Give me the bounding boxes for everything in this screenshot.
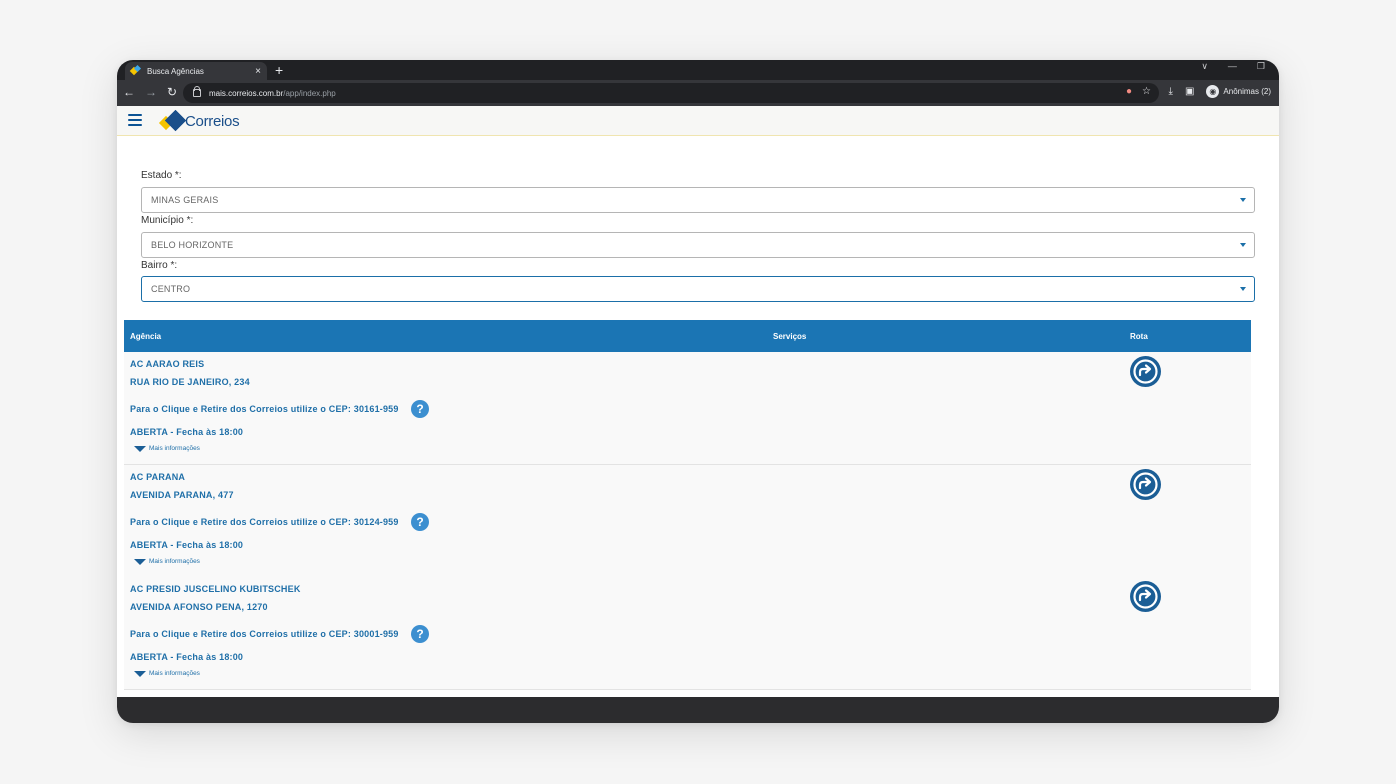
url-text: mais.correios.com.br/app/index.php <box>209 88 336 98</box>
agency-address: RUA RIO DE JANEIRO, 234 <box>130 377 250 387</box>
route-arrow-icon <box>1133 359 1158 384</box>
blocked-content-icon[interactable]: ● <box>1126 86 1132 97</box>
lock-icon[interactable] <box>193 86 201 97</box>
triangle-down-icon <box>134 670 146 677</box>
tab-busca-agencias[interactable]: Busca Agências × <box>125 62 267 80</box>
results-table-header: Agência Serviços Rota <box>124 320 1251 352</box>
bairro-value: CENTRO <box>151 284 191 294</box>
tab-title: Busca Agências <box>147 66 204 76</box>
side-panel-icon[interactable]: ▣ <box>1185 86 1194 97</box>
menu-icon[interactable] <box>128 114 142 126</box>
route-button[interactable] <box>1130 356 1161 387</box>
table-row: AC AARAO REIS RUA RIO DE JANEIRO, 234 Pa… <box>124 352 1251 465</box>
triangle-down-icon <box>134 445 146 452</box>
agency-address: AVENIDA PARANA, 477 <box>130 490 234 500</box>
route-arrow-icon <box>1133 472 1158 497</box>
agency-address: AVENIDA AFONSO PENA, 1270 <box>130 602 268 612</box>
route-button[interactable] <box>1130 469 1161 500</box>
correios-logo-mark-icon <box>158 109 187 132</box>
estado-label: Estado *: <box>141 170 182 181</box>
profile-label: Anônimas (2) <box>1223 87 1271 96</box>
estado-select[interactable]: MINAS GERAIS <box>141 187 1255 213</box>
route-arrow-icon <box>1133 584 1158 609</box>
header-agencia: Agência <box>130 332 162 341</box>
incognito-icon: ◉ <box>1206 85 1220 98</box>
route-button[interactable] <box>1130 581 1161 612</box>
help-icon[interactable]: ? <box>411 513 429 531</box>
tab-close-icon[interactable]: × <box>251 66 265 77</box>
tab-search-icon[interactable]: ∨ <box>1201 61 1208 72</box>
main-content: Estado *: MINAS GERAIS Município *: BELO… <box>117 136 1279 697</box>
agency-cep-text: Para o Clique e Retire dos Correios util… <box>130 404 399 414</box>
bookmark-star-icon[interactable]: ☆ <box>1142 86 1151 97</box>
site-header: Correios <box>117 106 1279 136</box>
agency-cep-text: Para o Clique e Retire dos Correios util… <box>130 629 399 639</box>
incognito-profile-button[interactable]: ◉ Anônimas (2) <box>1206 85 1271 98</box>
chevron-down-icon <box>1240 198 1246 202</box>
more-info-toggle[interactable]: Mais informações <box>134 670 200 677</box>
download-icon[interactable]: ⤓ <box>1169 86 1173 97</box>
more-info-toggle[interactable]: Mais informações <box>134 445 200 452</box>
triangle-down-icon <box>134 558 146 565</box>
municipio-select[interactable]: BELO HORIZONTE <box>141 232 1255 258</box>
taskbar <box>117 697 1279 723</box>
agency-name: AC PRESID JUSCELINO KUBITSCHEK <box>130 584 301 594</box>
window-controls: ∨ — ❐ <box>1201 61 1265 72</box>
table-row: AC PARANA AVENIDA PARANA, 477 Para o Cli… <box>124 465 1251 578</box>
more-info-toggle[interactable]: Mais informações <box>134 558 200 565</box>
correios-favicon-icon <box>131 66 141 76</box>
more-info-label: Mais informações <box>149 670 200 677</box>
more-info-label: Mais informações <box>149 445 200 452</box>
new-tab-button[interactable]: + <box>275 62 283 78</box>
help-icon[interactable]: ? <box>411 625 429 643</box>
table-row: AC PRESID JUSCELINO KUBITSCHEK AVENIDA A… <box>124 577 1251 690</box>
header-rota: Rota <box>1130 332 1148 341</box>
browser-window: Busca Agências × + ∨ — ❐ ← → ↻ mais.corr… <box>117 60 1279 723</box>
header-servicos: Serviços <box>773 332 807 341</box>
omnibox-actions: ● ☆ <box>1126 86 1151 97</box>
restore-icon[interactable]: ❐ <box>1257 61 1265 72</box>
municipio-label: Município *: <box>141 215 194 226</box>
agency-status: ABERTA - Fecha às 18:00 <box>130 427 244 437</box>
agency-status: ABERTA - Fecha às 18:00 <box>130 540 244 550</box>
reload-icon[interactable]: ↻ <box>167 85 177 99</box>
agency-name: AC PARANA <box>130 472 186 482</box>
help-icon[interactable]: ? <box>411 400 429 418</box>
nav-buttons: ← → ↻ <box>123 85 177 99</box>
agency-cep-text: Para o Clique e Retire dos Correios util… <box>130 517 399 527</box>
forward-icon[interactable]: → <box>145 85 157 99</box>
logo-text: Correios <box>185 112 240 130</box>
agency-name: AC AARAO REIS <box>130 359 205 369</box>
back-icon[interactable]: ← <box>123 85 135 99</box>
chevron-down-icon <box>1240 287 1246 291</box>
bairro-select[interactable]: CENTRO <box>141 276 1255 302</box>
estado-value: MINAS GERAIS <box>151 195 219 205</box>
minimize-icon[interactable]: — <box>1228 61 1237 72</box>
agency-status: ABERTA - Fecha às 18:00 <box>130 652 244 662</box>
correios-logo[interactable]: Correios <box>158 109 240 132</box>
municipio-value: BELO HORIZONTE <box>151 240 234 250</box>
tab-bar: Busca Agências × + ∨ — ❐ <box>117 60 1279 80</box>
more-info-label: Mais informações <box>149 558 200 565</box>
chevron-down-icon <box>1240 243 1246 247</box>
bairro-label: Bairro *: <box>141 260 178 271</box>
address-bar-row: ← → ↻ mais.correios.com.br/app/index.php… <box>117 80 1279 106</box>
address-bar[interactable]: mais.correios.com.br/app/index.php ● ☆ <box>183 83 1159 103</box>
toolbar-actions: ⤓ ▣ ◉ Anônimas (2) <box>1169 85 1271 98</box>
